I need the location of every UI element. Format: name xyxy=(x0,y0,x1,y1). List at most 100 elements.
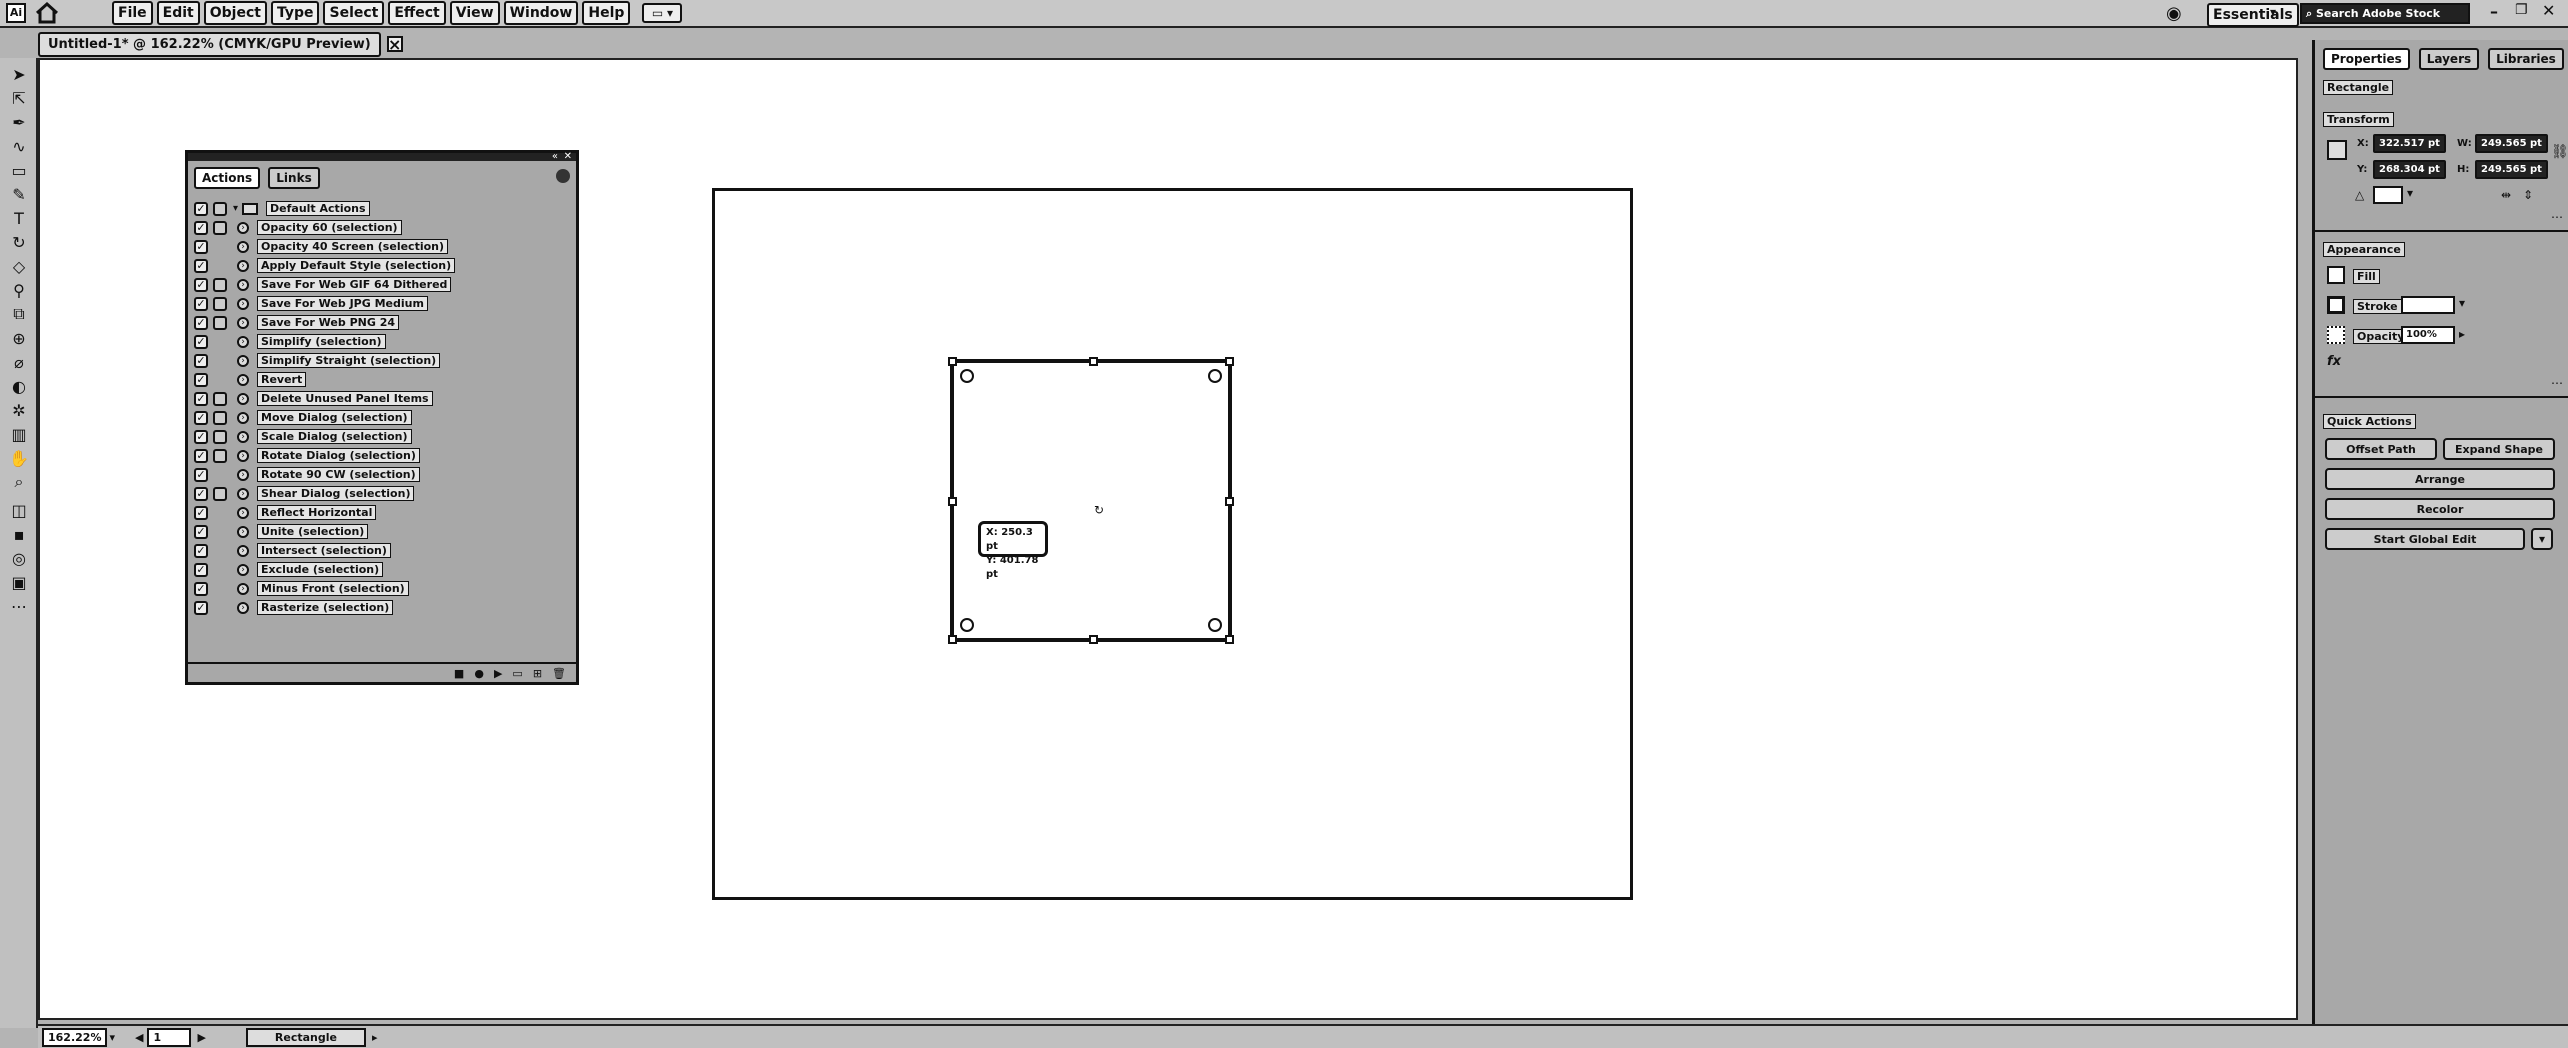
chevron-right-icon[interactable]: › xyxy=(237,506,249,519)
stroke-swatch[interactable] xyxy=(2327,296,2345,314)
toggle-item-check[interactable]: ✓ xyxy=(194,524,208,539)
chevron-down-icon[interactable]: ▾ xyxy=(2531,528,2553,550)
x-field[interactable]: 322.517 pt xyxy=(2373,134,2446,153)
status-menu-icon[interactable]: ▸ xyxy=(372,1031,378,1044)
corner-radius-widget[interactable] xyxy=(960,369,974,383)
tab-properties[interactable]: Properties xyxy=(2323,48,2410,70)
toggle-dialog[interactable] xyxy=(213,525,227,539)
corner-radius-widget[interactable] xyxy=(1208,369,1222,383)
toggle-item-check[interactable]: ✓ xyxy=(194,277,208,292)
begin-recording-icon[interactable]: ● xyxy=(474,667,484,680)
action-row[interactable]: ✓ › Revert xyxy=(194,371,574,388)
search-stock-field[interactable]: ⌕ Search Adobe Stock xyxy=(2300,3,2470,24)
action-row[interactable]: ✓ › Unite (selection) xyxy=(194,523,574,540)
action-set-row[interactable]: ✓ ▾ Default Actions xyxy=(194,200,574,217)
toggle-item-check[interactable]: ✓ xyxy=(194,372,208,387)
menu-view[interactable]: View xyxy=(449,1,500,25)
zoom-tool-icon[interactable]: ⌕ xyxy=(6,472,32,492)
chevron-down-icon[interactable]: ▾ xyxy=(2270,5,2276,19)
action-row[interactable]: ✓ › Reflect Horizontal xyxy=(194,504,574,521)
chevron-right-icon[interactable]: › xyxy=(237,468,249,481)
arrange-button[interactable]: Arrange xyxy=(2325,468,2555,490)
toggle-dialog[interactable] xyxy=(213,240,227,254)
resize-handle-bottom[interactable] xyxy=(1089,635,1098,644)
menu-file[interactable]: File xyxy=(112,1,153,25)
arrange-documents-icon[interactable]: ▭ ▾ xyxy=(642,3,683,23)
chevron-right-icon[interactable]: › xyxy=(237,449,249,462)
paintbrush-tool-icon[interactable]: ✎ xyxy=(6,184,32,204)
toggle-dialog[interactable] xyxy=(213,486,227,501)
chevron-down-icon[interactable]: ▾ xyxy=(233,203,238,214)
corner-radius-widget[interactable] xyxy=(960,618,974,632)
toggle-item-check[interactable]: ✓ xyxy=(194,467,208,482)
toggle-item-check[interactable]: ✓ xyxy=(194,410,208,425)
y-field[interactable]: 268.304 pt xyxy=(2373,160,2446,179)
hand-tool-icon[interactable]: ✋ xyxy=(6,448,32,468)
toggle-dialog[interactable] xyxy=(213,506,227,520)
chevron-right-icon[interactable]: › xyxy=(237,316,249,329)
action-row[interactable]: ✓ › Rotate 90 CW (selection) xyxy=(194,466,574,483)
toggle-dialog[interactable] xyxy=(213,429,227,444)
toggle-dialog[interactable] xyxy=(213,277,227,292)
reference-point-icon[interactable] xyxy=(2327,140,2347,160)
menu-help[interactable]: Help xyxy=(582,1,631,25)
eraser-tool-icon[interactable]: ◇ xyxy=(6,256,32,276)
resize-handle-bottom-right[interactable] xyxy=(1225,635,1234,644)
chevron-right-icon[interactable]: › xyxy=(237,563,249,576)
chevron-down-icon[interactable]: ▾ xyxy=(109,1031,115,1044)
chevron-right-icon[interactable]: › xyxy=(237,411,249,424)
chevron-right-icon[interactable]: › xyxy=(237,582,249,595)
action-row[interactable]: ✓ › Opacity 40 Screen (selection) xyxy=(194,238,574,255)
toggle-item-check[interactable]: ✓ xyxy=(194,391,208,406)
next-artboard-icon[interactable]: ▶ xyxy=(197,1031,205,1044)
resize-handle-top[interactable] xyxy=(1089,357,1098,366)
toggle-dialog[interactable] xyxy=(213,373,227,387)
play-selection-icon[interactable]: ▶ xyxy=(494,667,502,680)
close-window-icon[interactable]: ✕ xyxy=(2542,1,2555,20)
resize-handle-top-left[interactable] xyxy=(948,357,957,366)
action-row[interactable]: ✓ › Apply Default Style (selection) xyxy=(194,257,574,274)
home-icon[interactable] xyxy=(34,1,60,24)
fill-swatch[interactable] xyxy=(2327,266,2345,284)
toggle-dialog[interactable] xyxy=(213,410,227,425)
type-tool-icon[interactable]: T xyxy=(6,208,32,228)
symbol-sprayer-tool-icon[interactable]: ✲ xyxy=(6,400,32,420)
delete-selection-icon[interactable]: 🗑 xyxy=(552,667,566,680)
document-tab[interactable]: Untitled-1* @ 162.22% (CMYK/GPU Preview) xyxy=(38,31,381,57)
toggle-dialog[interactable] xyxy=(213,448,227,463)
discover-lightbulb-icon[interactable]: ◉ xyxy=(2166,3,2182,24)
chevron-right-icon[interactable]: › xyxy=(237,392,249,405)
menu-window[interactable]: Window xyxy=(503,1,579,25)
action-row[interactable]: ✓ › Rasterize (selection) xyxy=(194,599,574,616)
toggle-dialog[interactable] xyxy=(213,468,227,482)
chevron-right-icon[interactable]: › xyxy=(237,335,249,348)
chevron-right-icon[interactable]: ▸ xyxy=(2459,327,2465,341)
pen-tool-icon[interactable]: ✒ xyxy=(6,112,32,132)
toggle-item-check[interactable]: ✓ xyxy=(194,448,208,463)
action-row[interactable]: ✓ › Simplify (selection) xyxy=(194,333,574,350)
chevron-right-icon[interactable]: › xyxy=(237,278,249,291)
fill-stroke-swatch-icon[interactable]: ◫ xyxy=(6,500,32,520)
minimize-window-icon[interactable]: – xyxy=(2490,2,2498,21)
drawing-mode-icon[interactable]: ◎ xyxy=(6,548,32,568)
action-row[interactable]: ✓ › Save For Web JPG Medium xyxy=(194,295,574,312)
toggle-item-check[interactable]: ✓ xyxy=(194,239,208,254)
action-row[interactable]: ✓ › Shear Dialog (selection) xyxy=(194,485,574,502)
toggle-dialog[interactable] xyxy=(213,296,227,311)
start-global-edit-button[interactable]: Start Global Edit xyxy=(2325,528,2525,550)
action-row[interactable]: ✓ › Minus Front (selection) xyxy=(194,580,574,597)
menu-type[interactable]: Type xyxy=(270,1,320,25)
action-row[interactable]: ✓ › Rotate Dialog (selection) xyxy=(194,447,574,464)
chevron-right-icon[interactable]: › xyxy=(237,544,249,557)
tab-libraries[interactable]: Libraries xyxy=(2488,48,2564,70)
action-row[interactable]: ✓ › Opacity 60 (selection) xyxy=(194,219,574,236)
tab-actions[interactable]: Actions xyxy=(194,167,261,189)
stop-recording-icon[interactable]: ■ xyxy=(454,667,464,680)
tab-layers[interactable]: Layers xyxy=(2418,48,2480,70)
toggle-dialog[interactable] xyxy=(213,220,227,235)
chevron-right-icon[interactable]: › xyxy=(237,430,249,443)
action-row[interactable]: ✓ › Exclude (selection) xyxy=(194,561,574,578)
chevron-right-icon[interactable]: › xyxy=(237,297,249,310)
menu-select[interactable]: Select xyxy=(323,1,385,25)
more-options-icon[interactable]: ⋯ xyxy=(2551,376,2563,390)
